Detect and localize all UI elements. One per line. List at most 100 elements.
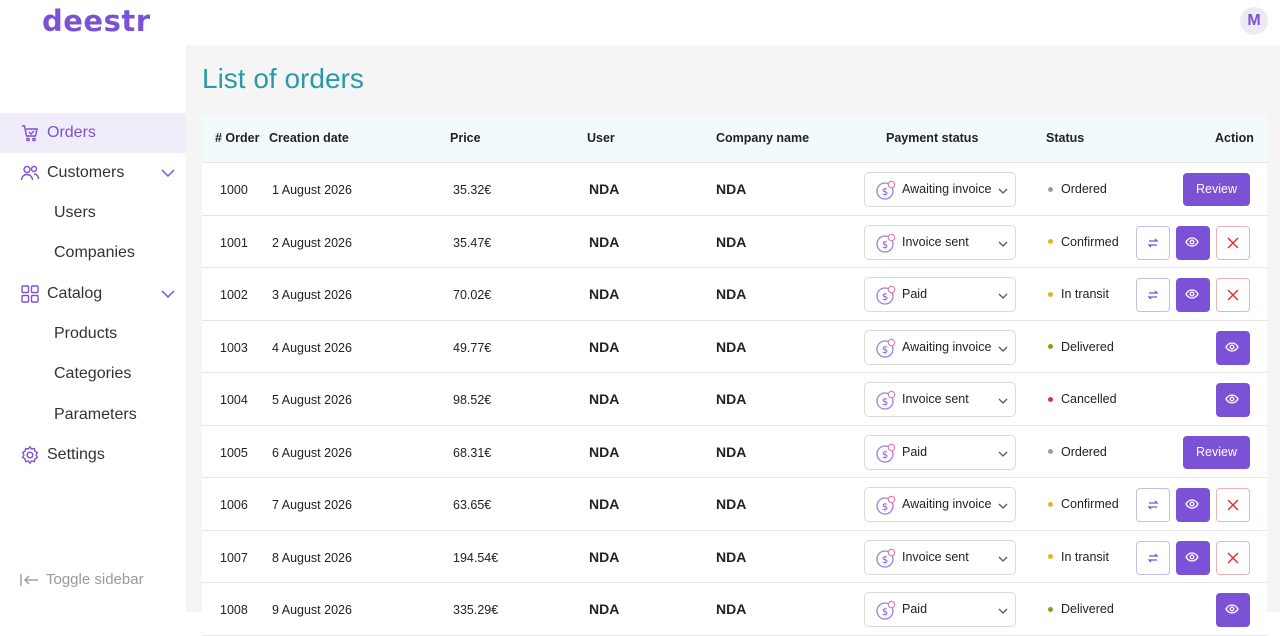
- cancel-order-button[interactable]: [1216, 488, 1250, 522]
- payment-status-select[interactable]: $ Paid: [864, 434, 1016, 470]
- header-price[interactable]: Price: [450, 131, 481, 145]
- price: 68.31€: [453, 445, 492, 460]
- refresh-button[interactable]: [1136, 225, 1170, 260]
- order-status: In transit: [1048, 550, 1109, 564]
- app-logo[interactable]: deestr: [42, 4, 151, 38]
- order-number: 1000: [220, 183, 248, 197]
- sidebar-item-users[interactable]: Users: [0, 193, 186, 233]
- payment-status-value: Invoice sent: [902, 392, 969, 406]
- review-button[interactable]: Review: [1183, 435, 1250, 469]
- payment-status-select[interactable]: $ Awaiting invoice: [864, 487, 1016, 522]
- svg-text:$: $: [882, 502, 888, 513]
- cancel-order-button[interactable]: [1216, 225, 1250, 260]
- chevron-down-icon: [998, 398, 1008, 404]
- payment-status-select[interactable]: $ Invoice sent: [864, 382, 1016, 417]
- coin-icon: $: [876, 600, 896, 620]
- payment-status-select[interactable]: $ Paid: [864, 277, 1016, 312]
- company-name: NDA: [716, 181, 747, 197]
- user-name: NDA: [589, 233, 620, 250]
- chevron-down-icon: [998, 503, 1008, 509]
- payment-status-select[interactable]: $ Paid: [864, 592, 1016, 627]
- sidebar-item-parameters[interactable]: Parameters: [0, 395, 186, 435]
- status-dot: [1048, 344, 1053, 349]
- sidebar-item-settings[interactable]: Settings: [0, 435, 186, 475]
- eye-icon: [1225, 604, 1239, 614]
- chevron-down-icon[interactable]: [160, 286, 176, 302]
- refresh-button[interactable]: [1136, 488, 1170, 522]
- view-button[interactable]: [1176, 488, 1210, 522]
- sidebar-item-categories[interactable]: Categories: [0, 354, 186, 394]
- sidebar-item-companies[interactable]: Companies: [0, 233, 186, 273]
- status-label: Confirmed: [1061, 234, 1119, 249]
- order-number: 1005: [220, 445, 248, 460]
- header-status[interactable]: Status: [1046, 131, 1084, 145]
- view-button[interactable]: [1216, 593, 1250, 627]
- creation-date: 2 August 2026: [272, 235, 352, 250]
- price: 63.65€: [453, 498, 492, 512]
- sidebar-item-customers[interactable]: Customers: [0, 153, 186, 193]
- status-label: In transit: [1061, 549, 1109, 564]
- status-dot: [1048, 554, 1053, 559]
- user-avatar[interactable]: M: [1240, 7, 1268, 35]
- refresh-button[interactable]: [1136, 540, 1170, 575]
- sidebar-item-products[interactable]: Products: [0, 314, 186, 354]
- status-dot: [1048, 396, 1053, 402]
- view-button[interactable]: [1176, 225, 1210, 260]
- eye-icon: [1225, 394, 1239, 404]
- view-button[interactable]: [1176, 278, 1210, 312]
- review-button[interactable]: Review: [1183, 173, 1250, 206]
- sidebar-item-catalog[interactable]: Catalog: [0, 274, 186, 314]
- coin-icon: $: [876, 443, 896, 463]
- header-payment-status[interactable]: Payment status: [886, 131, 978, 145]
- status-dot: [1048, 606, 1053, 612]
- cancel-order-button[interactable]: [1216, 278, 1250, 312]
- payment-status-select[interactable]: $ Awaiting invoice: [864, 329, 1016, 365]
- status-dot: [1048, 449, 1053, 454]
- header-company[interactable]: Company name: [716, 131, 809, 145]
- table-header: # Order Creation date Price User Company…: [202, 115, 1267, 163]
- company-name: NDA: [716, 286, 747, 302]
- status-label: Ordered: [1061, 182, 1107, 196]
- top-bar: deestr M: [0, 0, 1280, 45]
- user-name: NDA: [589, 443, 620, 460]
- collapse-arrow-icon: [20, 573, 38, 586]
- header-user[interactable]: User: [587, 131, 615, 145]
- toggle-sidebar-button[interactable]: Toggle sidebar: [20, 571, 144, 588]
- price: 35.47€: [453, 235, 492, 250]
- sidebar-item-label: Companies: [54, 244, 135, 261]
- price: 35.32€: [453, 183, 492, 197]
- user-name: NDA: [589, 391, 620, 407]
- refresh-button[interactable]: [1136, 278, 1170, 312]
- price: 335.29€: [453, 603, 499, 617]
- payment-status-value: Awaiting invoice: [902, 497, 992, 511]
- order-status: Delivered: [1048, 602, 1114, 616]
- eye-icon: [1185, 551, 1199, 562]
- payment-status-select[interactable]: $ Invoice sent: [864, 539, 1016, 575]
- company-name: NDA: [716, 601, 747, 617]
- company-name: NDA: [716, 391, 747, 407]
- payment-status-select[interactable]: $ Invoice sent: [864, 224, 1016, 260]
- sidebar-item-label: Categories: [54, 365, 132, 382]
- chevron-down-icon: [998, 556, 1008, 562]
- order-number: 1001: [220, 235, 248, 250]
- order-status: Confirmed: [1048, 235, 1119, 249]
- table-row: 1002 3 August 2026 70.02€ NDA NDA $ Paid In tra…: [202, 268, 1267, 321]
- company-name: NDA: [716, 338, 747, 355]
- chevron-down-icon: [998, 608, 1008, 614]
- coin-icon: $: [876, 285, 896, 305]
- cancel-order-button[interactable]: [1216, 540, 1250, 575]
- table-row: 1008 9 August 2026 335.29€ NDA NDA $ Paid Deliv…: [202, 583, 1267, 636]
- view-button[interactable]: [1176, 540, 1210, 575]
- table-row: 1005 6 August 2026 68.31€ NDA NDA $ Paid Ordere…: [202, 425, 1267, 478]
- svg-text:$: $: [882, 345, 888, 356]
- header-date[interactable]: Creation date: [269, 131, 349, 145]
- view-button[interactable]: [1216, 383, 1250, 417]
- grid-icon: [21, 285, 39, 303]
- chevron-down-icon[interactable]: [160, 165, 176, 181]
- refresh-icon: [1147, 290, 1159, 300]
- view-button[interactable]: [1216, 330, 1250, 365]
- sidebar-item-orders[interactable]: Orders: [0, 113, 186, 153]
- payment-status-select[interactable]: $ Awaiting invoice: [864, 172, 1016, 207]
- header-order[interactable]: # Order: [215, 131, 259, 145]
- coin-icon: $: [876, 233, 896, 253]
